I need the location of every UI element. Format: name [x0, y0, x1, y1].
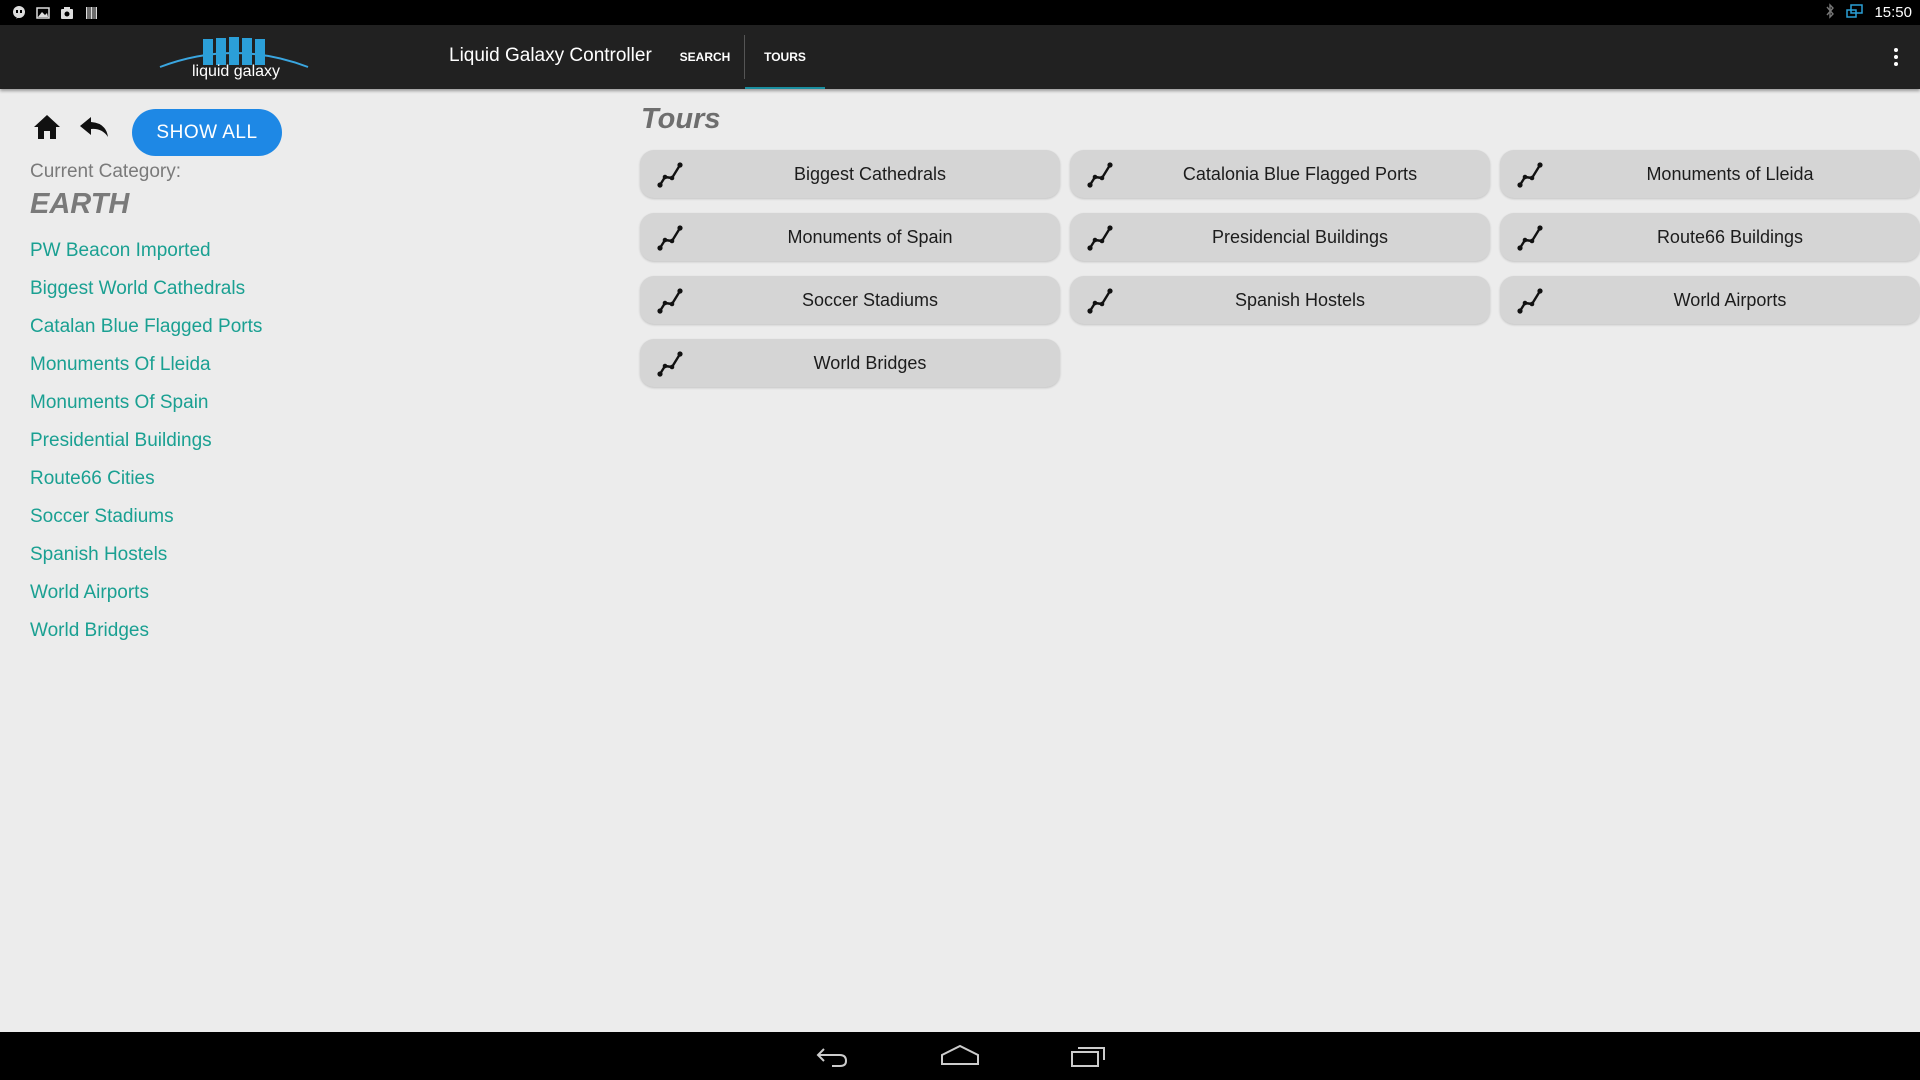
tour-button-label: Biggest Cathedrals: [793, 164, 947, 184]
system-nav-bar: [0, 1032, 1920, 1080]
tour-button[interactable]: Biggest Cathedrals: [640, 150, 1060, 198]
tours-grid: Biggest Cathedrals Catalonia Blue Flagge…: [640, 150, 1920, 550]
tab-search[interactable]: SEARCH: [668, 25, 742, 89]
tab-tours-label: TOURS: [764, 50, 806, 64]
tab-active-indicator: [745, 87, 825, 89]
tour-button-label: Soccer Stadiums: [801, 290, 939, 310]
reply-back-icon[interactable]: [78, 112, 110, 142]
app-bar: liquid galaxy Liquid Galaxy Controller S…: [0, 25, 1920, 89]
tour-button-label: Presidencial Buildings: [1211, 227, 1389, 247]
current-category-label: Current Category:: [30, 161, 182, 182]
category-item[interactable]: Catalan Blue Flagged Ports: [30, 314, 262, 352]
image-icon: [36, 6, 50, 20]
clock: 15:50: [1874, 4, 1912, 21]
category-item[interactable]: Monuments Of Lleida: [30, 352, 262, 390]
category-item[interactable]: Soccer Stadiums: [30, 504, 262, 542]
liquid-galaxy-logo: liquid galaxy: [158, 31, 310, 85]
logo-text: liquid galaxy: [191, 63, 281, 80]
tour-button-label: Catalonia Blue Flagged Ports: [1182, 164, 1418, 184]
category-item[interactable]: Route66 Cities: [30, 466, 262, 504]
tours-heading: Tours: [641, 103, 721, 135]
tab-tours[interactable]: TOURS: [745, 25, 825, 89]
tour-button-label: World Airports: [1673, 290, 1787, 310]
category-item[interactable]: Biggest World Cathedrals: [30, 276, 262, 314]
tour-button[interactable]: Presidencial Buildings: [1070, 213, 1490, 261]
tour-button-label: Spanish Hostels: [1234, 290, 1366, 310]
tour-button[interactable]: Monuments of Spain: [640, 213, 1060, 261]
category-list: PW Beacon Imported Biggest World Cathedr…: [30, 238, 262, 656]
show-all-button[interactable]: SHOW ALL: [132, 109, 282, 156]
recent-apps-icon[interactable]: [1068, 1040, 1108, 1072]
status-system-area: 15:50: [1824, 2, 1920, 23]
photo-icon: [60, 6, 74, 20]
tour-button[interactable]: World Airports: [1500, 276, 1920, 324]
back-nav-icon[interactable]: [812, 1040, 852, 1072]
tour-button[interactable]: Catalonia Blue Flagged Ports: [1070, 150, 1490, 198]
tour-button[interactable]: Route66 Buildings: [1500, 213, 1920, 261]
current-category-value: EARTH: [30, 188, 130, 220]
category-item[interactable]: Presidential Buildings: [30, 428, 262, 466]
home-icon[interactable]: [32, 112, 62, 142]
category-item[interactable]: PW Beacon Imported: [30, 238, 262, 276]
barcode-icon: [84, 6, 98, 20]
category-item[interactable]: World Airports: [30, 580, 262, 618]
status-notification-icons: [0, 5, 98, 20]
tour-button[interactable]: Monuments of Lleida: [1500, 150, 1920, 198]
category-item[interactable]: Spanish Hostels: [30, 542, 262, 580]
category-item[interactable]: World Bridges: [30, 618, 262, 656]
tour-button[interactable]: Soccer Stadiums: [640, 276, 1060, 324]
overflow-menu-icon[interactable]: [1884, 45, 1908, 69]
hangouts-icon: [12, 5, 26, 20]
tour-button[interactable]: World Bridges: [640, 339, 1060, 387]
tour-button-label: Monuments of Spain: [787, 227, 953, 247]
tour-button-label: World Bridges: [813, 353, 927, 373]
tour-button[interactable]: Spanish Hostels: [1070, 276, 1490, 324]
app-title: Liquid Galaxy Controller: [449, 45, 652, 66]
home-nav-icon[interactable]: [940, 1040, 980, 1072]
tour-button-label: Route66 Buildings: [1656, 227, 1804, 247]
tour-button-label: Monuments of Lleida: [1646, 164, 1814, 184]
status-bar: 15:50: [0, 0, 1920, 25]
bluetooth-icon: [1824, 2, 1836, 23]
screen-cast-icon: [1846, 3, 1864, 23]
category-item[interactable]: Monuments Of Spain: [30, 390, 262, 428]
